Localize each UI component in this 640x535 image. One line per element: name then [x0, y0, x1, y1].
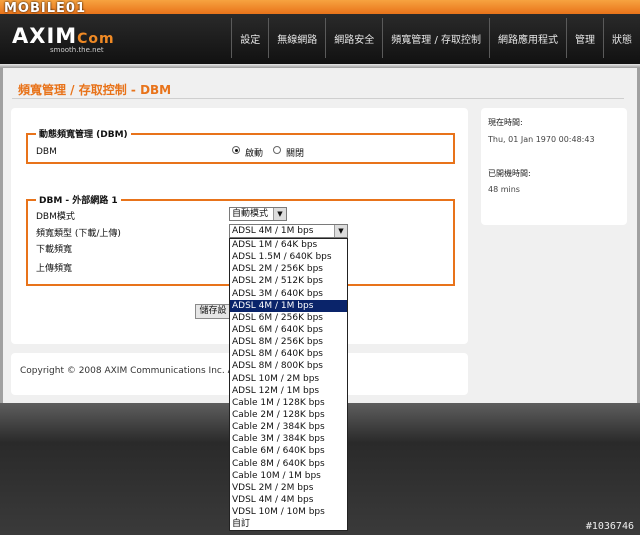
uptime-value: 48 mins: [488, 185, 520, 194]
dropdown-option[interactable]: Cable 2M / 384K bps: [230, 421, 347, 433]
dropdown-option[interactable]: ADSL 3M / 640K bps: [230, 288, 347, 300]
nav-settings[interactable]: 設定: [231, 18, 268, 58]
dropdown-option[interactable]: ADSL 8M / 256K bps: [230, 336, 347, 348]
chevron-down-icon[interactable]: ▼: [273, 208, 286, 220]
dbm-mode-label: DBM模式: [36, 212, 75, 222]
dropdown-option[interactable]: ADSL 1M / 64K bps: [230, 239, 347, 251]
page-title: 頻寬管理 / 存取控制 - DBM: [18, 83, 172, 97]
nav-applications[interactable]: 網路應用程式: [489, 18, 566, 58]
dropdown-option-selected[interactable]: ADSL 4M / 1M bps: [230, 299, 347, 312]
dbm-section-legend: 動態頻寬管理 (DBM): [39, 130, 128, 140]
copyright-text: Copyright © 2008 AXIM Communications Inc…: [20, 366, 239, 376]
dropdown-option[interactable]: Cable 3M / 384K bps: [230, 433, 347, 445]
dbm-mode-value: 自動模式: [232, 209, 269, 219]
dbm-enable-label[interactable]: 啟動: [245, 146, 263, 159]
external-network-legend: DBM - 外部網路 1: [39, 196, 118, 206]
dropdown-option[interactable]: VDSL 4M / 4M bps: [230, 494, 347, 506]
current-time-label: 現在時間:: [488, 118, 523, 127]
dropdown-option[interactable]: Cable 1M / 128K bps: [230, 397, 347, 409]
dbm-disable-radio[interactable]: [273, 146, 281, 154]
dropdown-option[interactable]: Cable 10M / 1M bps: [230, 470, 347, 482]
download-bandwidth-label: 下載頻寬: [36, 245, 73, 255]
top-accent-strip: [0, 0, 640, 14]
dropdown-option[interactable]: ADSL 6M / 640K bps: [230, 324, 347, 336]
dropdown-option[interactable]: VDSL 10M / 10M bps: [230, 506, 347, 518]
dbm-disable-label[interactable]: 關閉: [286, 146, 304, 159]
dbm-mode-select[interactable]: 自動模式 ▼: [229, 207, 287, 221]
dropdown-option[interactable]: 自訂: [230, 518, 347, 530]
image-id-watermark: #1036746: [585, 521, 634, 532]
main-nav: 設定 無線網路 網路安全 頻寬管理 / 存取控制 網路應用程式 管理 狀態: [231, 18, 640, 58]
dbm-section: 動態頻寬管理 (DBM): [26, 127, 455, 164]
title-divider: [12, 98, 624, 99]
nav-bandwidth[interactable]: 頻寬管理 / 存取控制: [382, 18, 489, 58]
dropdown-option[interactable]: VDSL 2M / 2M bps: [230, 482, 347, 494]
nav-management[interactable]: 管理: [566, 18, 603, 58]
dropdown-option[interactable]: ADSL 10M / 2M bps: [230, 373, 347, 385]
dropdown-option[interactable]: ADSL 2M / 512K bps: [230, 275, 347, 287]
axim-logo: AXIMCom smooth.the.net: [12, 24, 115, 54]
bandwidth-type-dropdown[interactable]: ADSL 1M / 64K bps ADSL 1.5M / 640K bps A…: [229, 238, 348, 531]
nav-status[interactable]: 狀態: [603, 18, 640, 58]
logo-sub: Com: [77, 31, 115, 47]
bandwidth-type-label: 頻寬類型 (下載/上傳): [36, 229, 121, 239]
save-button[interactable]: 儲存設定: [195, 304, 231, 319]
dropdown-option[interactable]: ADSL 6M / 256K bps: [230, 312, 347, 324]
dbm-label: DBM: [36, 147, 57, 157]
bandwidth-type-select[interactable]: ADSL 4M / 1M bps ▼: [229, 224, 348, 238]
dropdown-option[interactable]: Cable 8M / 640K bps: [230, 458, 347, 470]
dropdown-option[interactable]: ADSL 2M / 256K bps: [230, 263, 347, 275]
bandwidth-type-value: ADSL 4M / 1M bps: [232, 226, 314, 236]
dropdown-option[interactable]: Cable 6M / 640K bps: [230, 445, 347, 457]
nav-security[interactable]: 網路安全: [325, 18, 382, 58]
dropdown-option[interactable]: ADSL 8M / 640K bps: [230, 348, 347, 360]
current-time-value: Thu, 01 Jan 1970 00:48:43: [488, 135, 595, 144]
chevron-down-icon[interactable]: ▼: [334, 225, 347, 237]
uptime-label: 已開機時間:: [488, 169, 531, 178]
logo-main: AXIM: [12, 24, 78, 48]
dropdown-option[interactable]: ADSL 1.5M / 640K bps: [230, 251, 347, 263]
dbm-enable-radio[interactable]: [232, 146, 240, 154]
upload-bandwidth-label: 上傳頻寬: [36, 264, 73, 274]
nav-wireless[interactable]: 無線網路: [268, 18, 325, 58]
dropdown-option[interactable]: ADSL 12M / 1M bps: [230, 385, 347, 397]
site-watermark: MOBILE01: [4, 1, 86, 16]
dropdown-option[interactable]: ADSL 8M / 800K bps: [230, 360, 347, 372]
dropdown-option[interactable]: Cable 2M / 128K bps: [230, 409, 347, 421]
